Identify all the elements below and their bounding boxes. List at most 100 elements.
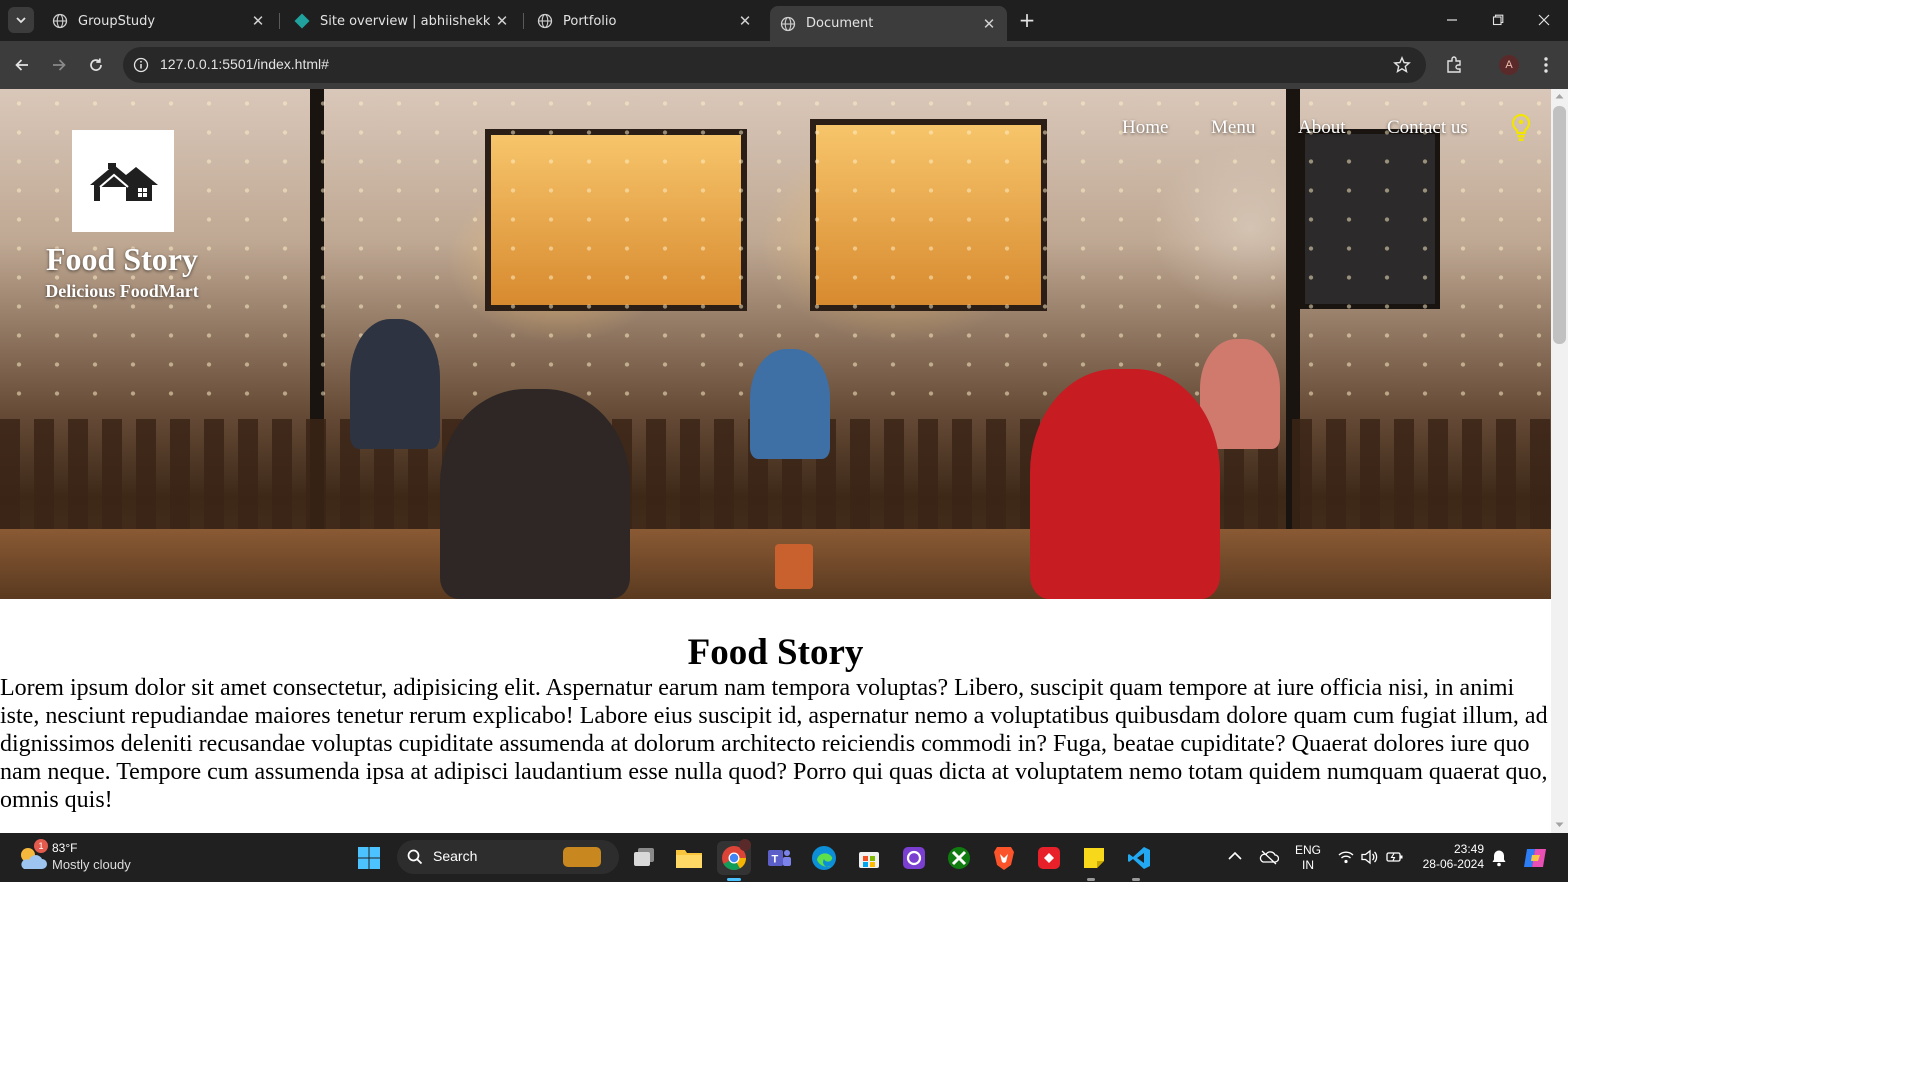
- vscode-button[interactable]: [1122, 841, 1156, 875]
- teams-icon: T: [768, 850, 791, 866]
- globe-icon: [780, 16, 796, 32]
- chevron-up-icon[interactable]: [1228, 851, 1242, 861]
- site-logo[interactable]: [72, 130, 174, 232]
- reload-button[interactable]: [82, 51, 110, 79]
- file-explorer-button[interactable]: [672, 841, 706, 875]
- clock-date: 28-06-2024: [1422, 857, 1484, 871]
- vscode-icon: [1128, 847, 1150, 869]
- active-app-indicator: [727, 878, 741, 881]
- close-icon[interactable]: ✕: [977, 12, 1001, 36]
- xbox-icon: [948, 847, 970, 869]
- weather-temp: 83°F: [52, 841, 78, 855]
- minimize-icon: [1447, 19, 1457, 21]
- hero-photo-woman: [440, 389, 630, 599]
- tab-site-overview[interactable]: Site overview | abhiishekk | Netl ✕: [284, 6, 520, 36]
- forward-button[interactable]: [45, 51, 73, 79]
- task-view-icon: [634, 848, 654, 866]
- browser-tab-strip: GroupStudy ✕ Site overview | abhiishekk …: [0, 0, 1568, 41]
- close-icon[interactable]: ✕: [733, 9, 757, 33]
- tab-document[interactable]: Document ✕: [770, 6, 1007, 41]
- globe-icon: [537, 13, 553, 29]
- file-explorer-icon: [676, 850, 702, 868]
- teams-button[interactable]: T: [762, 841, 796, 875]
- back-button[interactable]: [8, 51, 36, 79]
- url-text[interactable]: 127.0.0.1:5501/index.html#: [160, 56, 329, 72]
- house-icon: [90, 163, 158, 201]
- site-info-icon[interactable]: [133, 57, 149, 73]
- clock-time: 23:49: [1453, 842, 1484, 856]
- edge-icon: [812, 846, 836, 870]
- close-icon[interactable]: ✕: [246, 9, 270, 33]
- chevron-down-icon: [16, 17, 26, 24]
- bookmark-star-icon[interactable]: [1393, 56, 1411, 74]
- hero-photo-diner: [350, 319, 440, 449]
- brand-title: Food Story: [46, 241, 198, 277]
- wifi-icon[interactable]: [1338, 850, 1354, 864]
- tab-divider: [523, 13, 524, 29]
- content-title: Food Story: [687, 632, 864, 673]
- language-indicator[interactable]: ENG IN: [1294, 843, 1322, 873]
- close-icon: [1538, 14, 1550, 26]
- close-icon[interactable]: ✕: [490, 9, 514, 33]
- lightbulb-icon[interactable]: [1510, 113, 1532, 143]
- windows-taskbar: 1 83°F Mostly cloudy Search T ENG IN 23:…: [0, 833, 1568, 882]
- tab-divider: [279, 13, 280, 29]
- globe-icon: [52, 13, 68, 29]
- task-view-button[interactable]: [627, 841, 661, 875]
- onedrive-paused-icon[interactable]: [1259, 849, 1279, 865]
- scroll-up-icon[interactable]: [1555, 93, 1564, 99]
- weather-widget[interactable]: 1 83°F Mostly cloudy: [16, 839, 146, 877]
- nav-about[interactable]: About: [1298, 117, 1346, 139]
- brand-subtitle: Delicious FoodMart: [45, 281, 199, 301]
- tab-search-button[interactable]: [8, 7, 34, 33]
- new-tab-button[interactable]: +: [1015, 8, 1039, 32]
- minimize-button[interactable]: [1429, 0, 1475, 40]
- running-app-indicator: [1132, 878, 1140, 881]
- tab-label: GroupStudy: [78, 13, 156, 29]
- restore-icon: [1492, 14, 1504, 26]
- app-button[interactable]: [897, 841, 931, 875]
- chrome-button[interactable]: [717, 839, 751, 875]
- app-button[interactable]: [1032, 841, 1066, 875]
- extensions-icon[interactable]: [1445, 55, 1464, 74]
- address-bar[interactable]: 127.0.0.1:5501/index.html#: [123, 47, 1426, 83]
- clock[interactable]: 23:49 28-06-2024: [1416, 842, 1484, 872]
- page-viewport: Food Story Delicious FoodMart Home Menu …: [0, 89, 1551, 833]
- scrollbar-thumb[interactable]: [1553, 106, 1566, 344]
- taskbar-search[interactable]: Search: [397, 840, 619, 874]
- scroll-down-icon[interactable]: [1555, 822, 1564, 828]
- edge-button[interactable]: [807, 841, 841, 875]
- close-window-button[interactable]: [1521, 0, 1567, 40]
- nav-home[interactable]: Home: [1122, 117, 1168, 139]
- content-body: Lorem ipsum dolor sit amet consectetur, …: [0, 675, 1548, 813]
- weather-condition: Mostly cloudy: [52, 857, 131, 872]
- hero-photo-plant-pot: [775, 544, 813, 589]
- arrow-left-icon: [15, 59, 28, 71]
- restore-button[interactable]: [1475, 0, 1521, 40]
- reload-icon: [90, 58, 102, 71]
- nav-menu[interactable]: Menu: [1211, 117, 1255, 139]
- sticky-notes-icon: [1084, 848, 1104, 868]
- volume-icon[interactable]: [1361, 849, 1379, 865]
- app-icon: [1038, 847, 1060, 869]
- profile-avatar[interactable]: A: [1499, 55, 1519, 75]
- windows-logo-icon: [358, 847, 380, 869]
- store-button[interactable]: [852, 841, 886, 875]
- browser-toolbar: 127.0.0.1:5501/index.html# A: [0, 41, 1568, 89]
- battery-icon[interactable]: [1386, 849, 1404, 865]
- start-button[interactable]: [352, 841, 386, 875]
- sticky-notes-button[interactable]: [1077, 841, 1111, 875]
- brave-icon: [994, 847, 1014, 870]
- search-icon: [407, 849, 423, 865]
- xbox-button[interactable]: [942, 841, 976, 875]
- notification-bell-icon[interactable]: [1491, 849, 1507, 867]
- tab-groupstudy[interactable]: GroupStudy ✕: [42, 6, 276, 36]
- copilot-icon[interactable]: [1522, 845, 1548, 871]
- language-line1: ENG: [1294, 843, 1321, 857]
- search-highlight-icon: [563, 847, 601, 867]
- more-menu-icon[interactable]: [1538, 56, 1554, 74]
- running-app-indicator: [1087, 878, 1095, 881]
- brave-button[interactable]: [987, 841, 1021, 875]
- nav-contact-us[interactable]: Contact us: [1387, 117, 1468, 139]
- tab-portfolio[interactable]: Portfolio ✕: [527, 6, 763, 36]
